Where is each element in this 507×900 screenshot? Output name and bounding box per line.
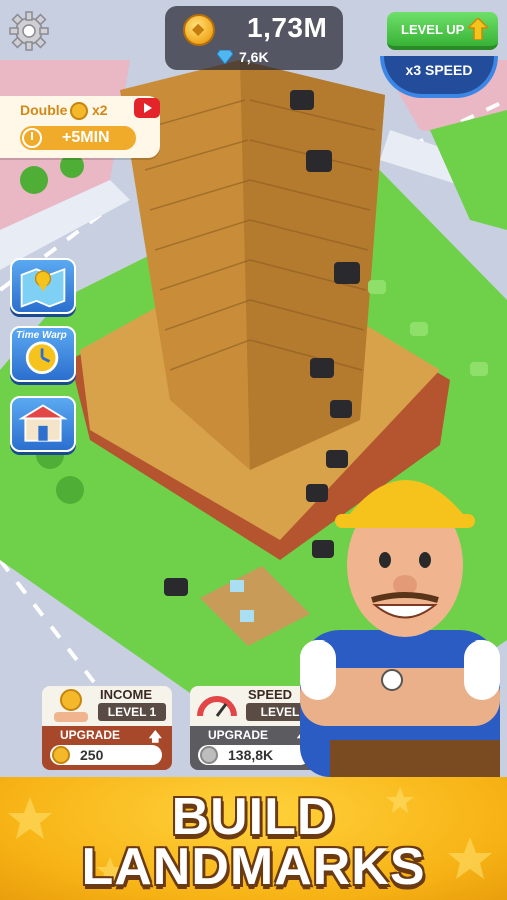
income-card-header: INCOME LEVEL 1 <box>42 686 172 726</box>
speedometer-icon <box>197 696 237 717</box>
coin-icon <box>52 746 70 764</box>
coins-value: 1,73M <box>247 12 328 43</box>
banner-headline-line2: LANDMARKS <box>81 838 426 896</box>
speed-boost-label: x3 SPEED <box>405 62 473 78</box>
arrow-up-icon <box>468 18 488 40</box>
double-bonus-timer: +5MIN <box>20 126 136 150</box>
worker-arms-overlay <box>300 640 500 777</box>
shop-button[interactable] <box>10 396 76 452</box>
income-icon <box>54 689 88 722</box>
income-upgrade-label: UPGRADE <box>60 728 121 742</box>
speed-cost: 138,8K <box>198 745 310 765</box>
income-upgrade-card[interactable]: INCOME LEVEL 1 UPGRADE 🡅 250 <box>42 686 172 770</box>
clock-icon <box>22 128 42 148</box>
gem-icon <box>217 50 233 64</box>
map-icon <box>20 267 66 308</box>
income-title: INCOME <box>100 687 152 702</box>
speed-title: SPEED <box>248 687 293 702</box>
level-up-button[interactable]: LEVEL UP <box>387 12 498 50</box>
speed-cost-value: 138,8K <box>228 747 274 763</box>
speed-upgrade-label: UPGRADE <box>208 728 269 742</box>
currency-panel: 1,73M 7,6K <box>165 6 343 70</box>
double-bonus-panel[interactable]: Double x2 +5MIN <box>0 96 160 158</box>
income-upgrade-button[interactable]: UPGRADE 🡅 250 <box>42 726 172 770</box>
gems-value: 7,6K <box>239 49 269 65</box>
income-cost: 250 <box>50 745 162 765</box>
watch-video-icon[interactable] <box>134 98 160 118</box>
level-up-label: LEVEL UP <box>401 21 465 37</box>
income-level: LEVEL 1 <box>98 703 166 721</box>
promo-banner: BUILD LANDMARKS <box>0 777 507 900</box>
settings-gear-icon[interactable] <box>8 10 50 52</box>
double-bonus-title: Double <box>20 102 68 118</box>
double-bonus-multiplier: x2 <box>92 102 108 118</box>
time-warp-label: Time Warp <box>16 330 67 341</box>
time-warp-button[interactable]: Time Warp <box>10 326 76 382</box>
double-bonus-duration: +5MIN <box>62 129 110 146</box>
coin-icon <box>200 746 218 764</box>
coin-icon <box>70 102 88 120</box>
map-button[interactable] <box>10 258 76 314</box>
coin-icon <box>183 14 215 46</box>
income-cost-value: 250 <box>80 747 104 763</box>
shop-icon <box>18 404 68 442</box>
